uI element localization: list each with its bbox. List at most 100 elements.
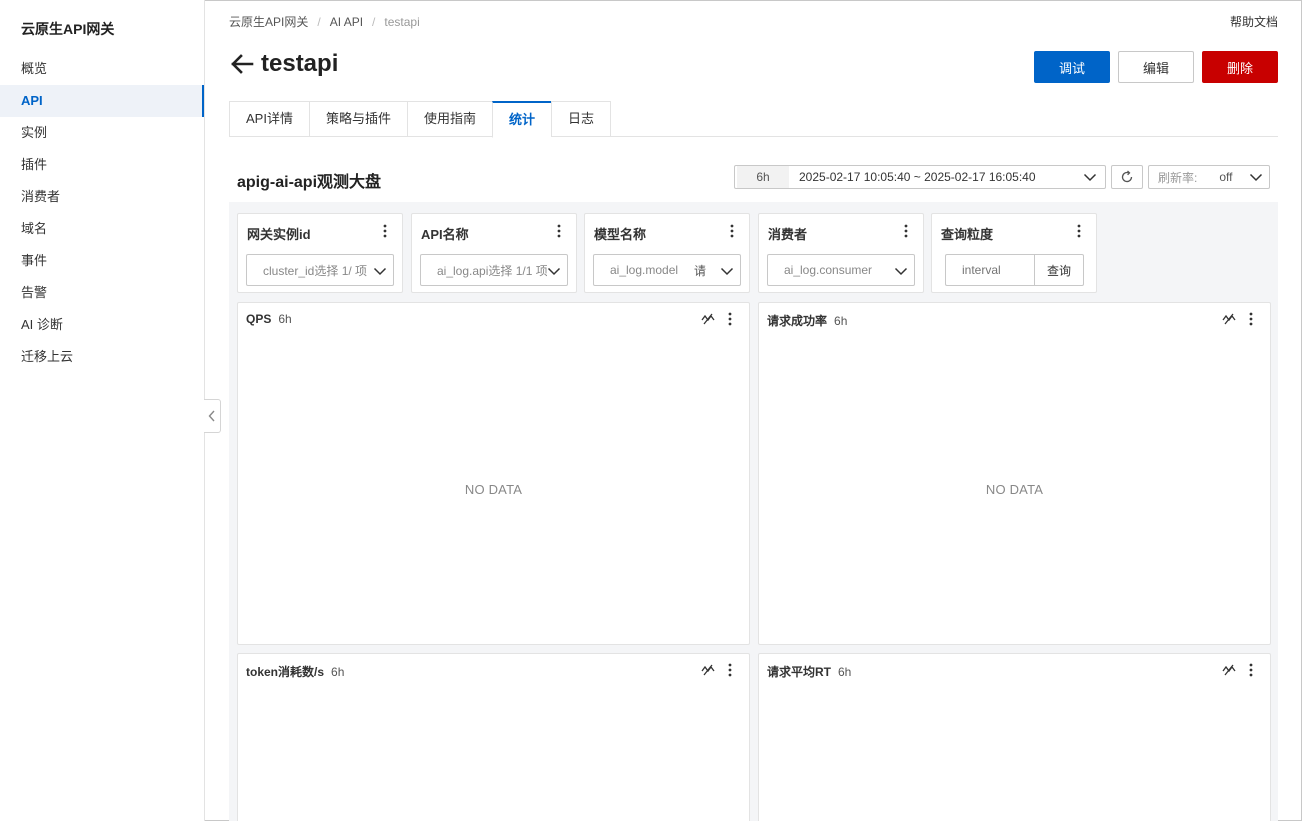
panel-time-range: 6h [331, 665, 345, 679]
panel-title-text: QPS [246, 312, 272, 326]
more-options-icon[interactable] [552, 224, 566, 238]
more-options-icon[interactable] [899, 224, 913, 238]
panel-time-range: 6h [834, 314, 848, 328]
breadcrumb-item-current: testapi [384, 15, 420, 29]
sidebar-item-overview[interactable]: 概览 [0, 53, 204, 85]
filter-card-consumer: 消费者 ai_log.consumer [758, 213, 924, 293]
more-options-icon[interactable] [1244, 663, 1258, 677]
breadcrumb-separator: / [372, 15, 376, 29]
more-options-icon[interactable] [1072, 224, 1086, 238]
chart-tool-icon[interactable] [1222, 663, 1236, 677]
sidebar-item-migration[interactable]: 迁移上云 [0, 341, 204, 373]
panel-time-range: 6h [278, 312, 292, 326]
header-actions: 调试 编辑 删除 [1034, 51, 1278, 83]
breadcrumb-item-ai-api[interactable]: AI API [330, 15, 363, 29]
sidebar-item-alerts[interactable]: 告警 [0, 277, 204, 309]
edit-button[interactable]: 编辑 [1118, 51, 1194, 83]
consumer-select[interactable]: ai_log.consumer [767, 254, 915, 286]
panel-title-text: token消耗数/s [246, 665, 325, 679]
sidebar-item-api[interactable]: API [0, 85, 204, 117]
sidebar-item-plugins[interactable]: 插件 [0, 149, 204, 181]
time-range-picker[interactable]: 6h 2025-02-17 10:05:40 ~ 2025-02-17 16:0… [734, 165, 1106, 189]
more-options-icon[interactable] [723, 312, 737, 326]
filter-label: 模型名称 [594, 227, 647, 242]
sidebar-item-instances[interactable]: 实例 [0, 117, 204, 149]
refresh-button[interactable] [1111, 165, 1143, 189]
filter-label: API名称 [421, 227, 469, 242]
filter-label: 网关实例id [247, 227, 311, 242]
panel-qps: QPS 6h NO DATA [237, 302, 750, 645]
breadcrumb-separator: / [317, 15, 321, 29]
refresh-rate-label: 刷新率: [1158, 170, 1198, 185]
more-options-icon[interactable] [723, 663, 737, 677]
panel-title-text: 请求成功率 [767, 314, 828, 328]
filter-card-model: 模型名称 ai_log.model 请 [584, 213, 750, 293]
product-title: 云原生API网关 [21, 21, 115, 37]
filter-label: 消费者 [768, 227, 808, 242]
api-name-select-value: ai_log.api选择 1/1 项 [437, 263, 548, 278]
chevron-down-icon [1083, 173, 1097, 182]
page-title: testapi [261, 50, 339, 77]
dashboard-title: apig-ai-api观测大盘 [237, 174, 382, 191]
sidebar-item-events[interactable]: 事件 [0, 245, 204, 277]
tab-api-details[interactable]: API详情 [229, 101, 309, 137]
refresh-rate-select[interactable]: 刷新率: off [1148, 165, 1270, 189]
filter-label: 查询粒度 [941, 227, 994, 242]
panel-title: 请求平均RT 6h [767, 663, 851, 680]
panel-title-text: 请求平均RT [767, 665, 831, 679]
model-name-select[interactable]: ai_log.model 请 [593, 254, 741, 286]
panel-title: token消耗数/s 6h [246, 663, 344, 680]
panel-title: QPS 6h [246, 312, 292, 326]
cluster-id-select-value: cluster_id选择 1/ 项 [263, 263, 368, 278]
page-header: testapi [229, 50, 338, 78]
filter-card-granularity: 查询粒度 查询 [931, 213, 1097, 293]
tab-statistics[interactable]: 统计 [492, 101, 552, 138]
chart-tool-icon[interactable] [1222, 312, 1236, 326]
dashboard-header: apig-ai-api观测大盘 6h 2025-02-17 10:05:40 ~… [229, 152, 1278, 202]
consumer-select-value: ai_log.consumer [784, 263, 873, 277]
panel-time-range: 6h [838, 665, 852, 679]
interval-input[interactable] [945, 254, 1034, 286]
no-data-message: NO DATA [985, 482, 1044, 497]
breadcrumb-item-gateway[interactable]: 云原生API网关 [229, 15, 308, 29]
api-name-select[interactable]: ai_log.api选择 1/1 项 [420, 254, 568, 286]
filter-card-api-name: API名称 ai_log.api选择 1/1 项 [411, 213, 577, 293]
more-options-icon[interactable] [725, 224, 739, 238]
main-content: 云原生API网关 / AI API / testapi 帮助文档 testapi 调试 … [205, 0, 1302, 821]
debug-button[interactable]: 调试 [1034, 51, 1110, 83]
panel-token-rate: token消耗数/s 6h [237, 653, 750, 821]
observability-dashboard: apig-ai-api观测大盘 6h 2025-02-17 10:05:40 ~… [229, 152, 1278, 821]
sidebar-item-domains[interactable]: 域名 [0, 213, 204, 245]
time-range-value: 2025-02-17 10:05:40 ~ 2025-02-17 16:05:4… [799, 170, 1036, 184]
back-arrow-icon[interactable] [229, 51, 255, 77]
tab-usage-guide[interactable]: 使用指南 [406, 101, 492, 137]
cluster-id-select[interactable]: cluster_id选择 1/ 项 [246, 254, 394, 286]
panel-avg-rt: 请求平均RT 6h [758, 653, 1271, 821]
chart-tool-icon[interactable] [701, 663, 715, 677]
tab-bar: API详情 策略与插件 使用指南 统计 日志 [229, 101, 1278, 138]
model-name-select-value: ai_log.model [610, 263, 679, 277]
chevron-down-icon [720, 264, 734, 278]
time-quick-range[interactable]: 6h [737, 166, 789, 188]
chart-tool-icon[interactable] [701, 312, 715, 326]
tab-policies-plugins[interactable]: 策略与插件 [308, 101, 407, 137]
sidebar-item-ai-diagnosis[interactable]: AI 诊断 [0, 309, 204, 341]
more-options-icon[interactable] [378, 224, 392, 238]
breadcrumb: 云原生API网关 / AI API / testapi [229, 13, 420, 30]
chevron-down-icon [373, 264, 387, 278]
sidebar: 云原生API网关 概览 API 实例 插件 消费者 域名 事件 告警 AI 诊断… [0, 0, 205, 821]
more-options-icon[interactable] [1244, 312, 1258, 326]
model-name-select-placeholder: 请 [694, 263, 707, 278]
refresh-icon [1121, 170, 1133, 183]
tab-logs[interactable]: 日志 [551, 101, 612, 137]
delete-button[interactable]: 删除 [1202, 51, 1278, 83]
help-docs-link[interactable]: 帮助文档 [1230, 13, 1278, 30]
chevron-down-icon [1249, 173, 1263, 182]
panel-title: 请求成功率 6h [767, 312, 847, 329]
chevron-down-icon [547, 264, 561, 278]
sidebar-nav: 概览 API 实例 插件 消费者 域名 事件 告警 AI 诊断 迁移上云 [0, 53, 204, 373]
sidebar-item-consumers[interactable]: 消费者 [0, 181, 204, 213]
no-data-message: NO DATA [464, 482, 523, 497]
filter-card-cluster: 网关实例id cluster_id选择 1/ 项 [237, 213, 403, 293]
query-button[interactable]: 查询 [1034, 254, 1084, 286]
